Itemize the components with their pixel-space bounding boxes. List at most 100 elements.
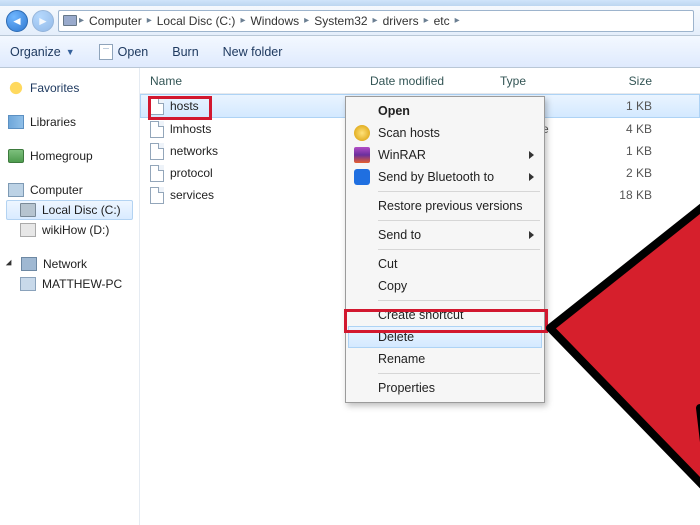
ctx-create-shortcut[interactable]: Create shortcut <box>348 304 542 326</box>
file-name: lmhosts <box>170 122 211 136</box>
sidebar-label: Homegroup <box>30 149 93 163</box>
sidebar-label: Network <box>43 257 87 271</box>
toolbar-label: Burn <box>172 45 198 59</box>
explorer-toolbar: Organize ▼ Open Burn New folder <box>0 36 700 68</box>
ctx-label: Send to <box>378 228 421 242</box>
ctx-properties[interactable]: Properties <box>348 377 542 399</box>
col-date-header[interactable]: Date modified <box>370 74 500 88</box>
libraries-icon <box>8 115 24 129</box>
sidebar-item-pc[interactable]: MATTHEW-PC <box>6 274 133 294</box>
ctx-separator <box>378 191 540 192</box>
chevron-right-icon: ▸ <box>304 15 309 26</box>
ctx-bluetooth[interactable]: Send by Bluetooth to <box>348 166 542 188</box>
organize-button[interactable]: Organize ▼ <box>10 45 75 59</box>
breadcrumb-windows[interactable]: Windows <box>247 14 302 28</box>
computer-icon <box>8 183 24 197</box>
sidebar-network[interactable]: Network <box>6 254 133 274</box>
breadcrumb-system32[interactable]: System32 <box>311 14 370 28</box>
computer-icon <box>63 15 77 26</box>
sidebar-item-label: Local Disc (C:) <box>42 203 121 217</box>
pc-icon <box>20 277 36 291</box>
file-name: services <box>170 188 214 202</box>
nav-pane: Favorites Libraries Homegroup Computer L… <box>0 68 140 525</box>
address-bar: ◄ ► ▸ Computer ▸ Local Disc (C:) ▸ Windo… <box>0 6 700 36</box>
submenu-arrow-icon <box>529 151 534 159</box>
ctx-label: Cut <box>378 257 397 271</box>
file-size: 1 KB <box>600 144 670 158</box>
ctx-label: Copy <box>378 279 407 293</box>
sidebar-label: Favorites <box>30 81 79 95</box>
burn-button[interactable]: Burn <box>172 45 198 59</box>
winrar-icon <box>354 147 370 163</box>
expand-icon[interactable] <box>6 260 14 268</box>
star-icon <box>8 81 24 95</box>
sidebar-favorites[interactable]: Favorites <box>6 78 133 98</box>
homegroup-icon <box>8 149 24 163</box>
chevron-right-icon: ▸ <box>240 15 245 26</box>
chevron-right-icon: ▸ <box>147 15 152 26</box>
breadcrumb-etc[interactable]: etc <box>431 14 453 28</box>
ctx-scan[interactable]: Scan hosts <box>348 122 542 144</box>
new-folder-button[interactable]: New folder <box>223 45 283 59</box>
breadcrumb-localdisc[interactable]: Local Disc (C:) <box>154 14 239 28</box>
annotation-cursor-arrow <box>535 183 700 503</box>
sidebar-item-label: wikiHow (D:) <box>42 223 109 237</box>
file-icon <box>150 187 164 204</box>
open-button[interactable]: Open <box>99 44 149 60</box>
chevron-right-icon: ▸ <box>79 15 84 26</box>
ctx-delete[interactable]: Delete <box>348 326 542 348</box>
sidebar-label: Computer <box>30 183 83 197</box>
file-size: 1 KB <box>600 99 670 113</box>
ctx-copy[interactable]: Copy <box>348 275 542 297</box>
column-headers: Name Date modified Type Size <box>140 68 700 94</box>
file-name: networks <box>170 144 218 158</box>
context-menu: Open Scan hosts WinRAR Send by Bluetooth… <box>345 96 545 403</box>
ctx-label: Send by Bluetooth to <box>378 170 494 184</box>
col-type-header[interactable]: Type <box>500 74 600 88</box>
file-icon <box>150 121 164 138</box>
ctx-separator <box>378 249 540 250</box>
nav-forward-button[interactable]: ► <box>32 10 54 32</box>
network-icon <box>21 257 37 271</box>
sidebar-libraries[interactable]: Libraries <box>6 112 133 132</box>
sidebar-item-localdisc[interactable]: Local Disc (C:) <box>6 200 133 220</box>
bluetooth-icon <box>354 169 370 185</box>
file-name: hosts <box>170 99 199 113</box>
file-icon <box>150 98 164 115</box>
ctx-winrar[interactable]: WinRAR <box>348 144 542 166</box>
file-icon <box>150 143 164 160</box>
chevron-right-icon: ▸ <box>455 15 460 26</box>
ctx-rename[interactable]: Rename <box>348 348 542 370</box>
submenu-arrow-icon <box>529 231 534 239</box>
chevron-right-icon: ▸ <box>424 15 429 26</box>
drive-icon <box>20 223 36 237</box>
file-size: 4 KB <box>600 122 670 136</box>
breadcrumb[interactable]: ▸ Computer ▸ Local Disc (C:) ▸ Windows ▸… <box>58 10 694 32</box>
sidebar-computer[interactable]: Computer <box>6 180 133 200</box>
toolbar-label: New folder <box>223 45 283 59</box>
nav-back-button[interactable]: ◄ <box>6 10 28 32</box>
sidebar-label: Libraries <box>30 115 76 129</box>
ctx-open[interactable]: Open <box>348 100 542 122</box>
sidebar-homegroup[interactable]: Homegroup <box>6 146 133 166</box>
col-name-header[interactable]: Name <box>150 74 370 88</box>
submenu-arrow-icon <box>529 173 534 181</box>
ctx-separator <box>378 373 540 374</box>
shield-icon <box>354 125 370 141</box>
chevron-down-icon: ▼ <box>66 47 75 57</box>
ctx-label: Restore previous versions <box>378 199 523 213</box>
breadcrumb-drivers[interactable]: drivers <box>380 14 422 28</box>
ctx-label: Open <box>378 104 410 118</box>
ctx-restore[interactable]: Restore previous versions <box>348 195 542 217</box>
ctx-label: Scan hosts <box>378 126 440 140</box>
sidebar-item-wikihow[interactable]: wikiHow (D:) <box>6 220 133 240</box>
ctx-label: Properties <box>378 381 435 395</box>
ctx-sendto[interactable]: Send to <box>348 224 542 246</box>
ctx-cut[interactable]: Cut <box>348 253 542 275</box>
ctx-separator <box>378 220 540 221</box>
col-size-header[interactable]: Size <box>600 74 670 88</box>
file-size: 2 KB <box>600 166 670 180</box>
breadcrumb-computer[interactable]: Computer <box>86 14 145 28</box>
chevron-right-icon: ▸ <box>373 15 378 26</box>
file-icon <box>150 165 164 182</box>
